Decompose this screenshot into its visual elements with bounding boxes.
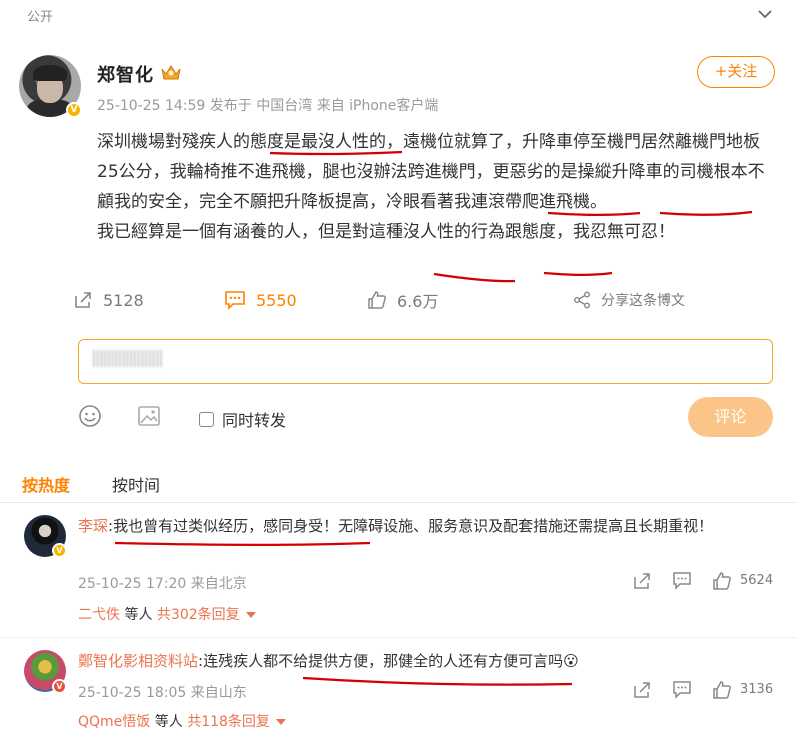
- commenter-name[interactable]: 李琛: [78, 517, 108, 535]
- verified-badge-icon: V: [66, 102, 82, 118]
- comment-input[interactable]: |||||||||||||||||||: [78, 339, 773, 384]
- reply-count[interactable]: 共302条回复: [157, 607, 240, 623]
- comment-actions: 3136: [630, 680, 780, 702]
- comment-count: 5550: [256, 290, 297, 310]
- tab-time[interactable]: 按时间: [112, 472, 160, 496]
- visibility-label: 公开: [27, 10, 54, 25]
- share-icon: [574, 291, 590, 309]
- annotation-underline: [433, 272, 516, 283]
- comment-icon[interactable]: [672, 571, 692, 591]
- comment-draft-text: |||||||||||||||||||: [91, 348, 164, 368]
- repost-count: 5128: [103, 290, 144, 310]
- post-paragraph-2: 我已經算是一個有涵養的人，但是對這種沒人性的行為跟態度，我忍無可忍！: [97, 222, 675, 242]
- repost-icon[interactable]: [632, 680, 652, 700]
- repost-icon: [75, 292, 91, 308]
- comment-meta: 25-10-25 18:05 来自山东: [78, 685, 247, 701]
- like-action[interactable]: 6.6万: [367, 286, 438, 314]
- composer-toolbar: 同时转发: [0, 400, 797, 434]
- caret-down-icon: [245, 612, 256, 618]
- annotation-underline: [543, 271, 613, 276]
- post-paragraph-1: 深圳機場對殘疾人的態度是最沒人性的，遠機位就算了，升降車停至機門居然離機門地板2…: [97, 132, 765, 212]
- comment-body: :我也曾有过类似经历，感同身受！无障碍设施、服务意识及配套措施还需提高且长期重视…: [108, 517, 714, 535]
- post-meta: 25-10-25 14:59 发布于 中国台湾 来自 iPhone客户端: [97, 95, 438, 115]
- reply-users[interactable]: QQme悟饭: [78, 714, 150, 730]
- surprised-emoji-icon: 😮: [563, 652, 579, 670]
- divider: [0, 502, 797, 503]
- post-timestamp: 25-10-25 14:59: [97, 98, 206, 114]
- image-icon[interactable]: [137, 404, 161, 428]
- comment-icon[interactable]: [672, 680, 692, 700]
- follow-button[interactable]: +关注: [697, 56, 775, 88]
- comment-actions: 5624: [630, 571, 780, 593]
- reply-users[interactable]: 二弋佚: [78, 607, 120, 623]
- thumbs-up-icon: [368, 291, 386, 309]
- repost-checkbox[interactable]: [199, 411, 214, 427]
- chevron-down-icon[interactable]: [757, 6, 773, 22]
- post-body: 深圳機場對殘疾人的態度是最沒人性的，遠機位就算了，升降車停至機門居然離機門地板2…: [97, 127, 777, 247]
- verified-badge-icon: V: [52, 543, 67, 558]
- author-name[interactable]: 郑智化: [97, 61, 154, 87]
- repost-icon[interactable]: [632, 571, 652, 591]
- like-count: 6.6万: [397, 292, 439, 311]
- reply-connector: 等人: [150, 714, 188, 730]
- post-action-bar: 5128 5550 6.6万 分享这条博文: [0, 286, 797, 314]
- share-label: 分享这条博文: [601, 293, 685, 309]
- caret-down-icon: [275, 719, 286, 725]
- post-source: 来自 iPhone客户端: [316, 98, 439, 114]
- top-bar: 公开: [0, 0, 797, 30]
- thumbs-up-icon[interactable]: [712, 680, 732, 700]
- comment-body: :连残疾人都不给提供方便，那健全的人还有方便可言吗: [198, 652, 564, 670]
- share-action[interactable]: 分享这条博文: [573, 286, 685, 314]
- comment-meta: 25-10-25 17:20 来自北京: [78, 576, 247, 592]
- emoji-icon[interactable]: [78, 404, 102, 428]
- reply-summary[interactable]: QQme悟饭 等人 共118条回复: [78, 711, 778, 738]
- comment-like-count: 5624: [740, 573, 774, 588]
- repost-toggle[interactable]: 同时转发: [199, 407, 286, 431]
- submit-comment-button[interactable]: 评论: [688, 397, 773, 437]
- annotation-underline: [114, 541, 371, 546]
- comment-action[interactable]: 5550: [224, 286, 297, 314]
- comment-text: 鄭智化影相资料站:连残疾人都不给提供方便，那健全的人还有方便可言吗😮: [78, 647, 763, 675]
- reply-summary[interactable]: 二弋佚 等人 共302条回复: [78, 604, 778, 632]
- comment-icon: [225, 291, 245, 310]
- verified-badge-icon: V: [52, 679, 67, 694]
- repost-action[interactable]: 5128: [73, 286, 144, 314]
- repost-toggle-label: 同时转发: [222, 411, 287, 430]
- reply-connector: 等人: [120, 607, 157, 623]
- tab-hot[interactable]: 按热度: [22, 472, 70, 496]
- comment-like-count: 3136: [740, 682, 774, 697]
- crown-badge-icon: [161, 65, 181, 80]
- reply-count[interactable]: 共118条回复: [187, 714, 270, 730]
- post-location: 发布于 中国台湾: [209, 98, 313, 114]
- commenter-name[interactable]: 鄭智化影相资料站: [78, 652, 198, 670]
- comment-text: 李琛:我也曾有过类似经历，感同身受！无障碍设施、服务意识及配套措施还需提高且长期…: [78, 512, 763, 540]
- divider: [0, 637, 797, 638]
- thumbs-up-icon[interactable]: [712, 571, 732, 591]
- annotation-underline: [302, 676, 573, 686]
